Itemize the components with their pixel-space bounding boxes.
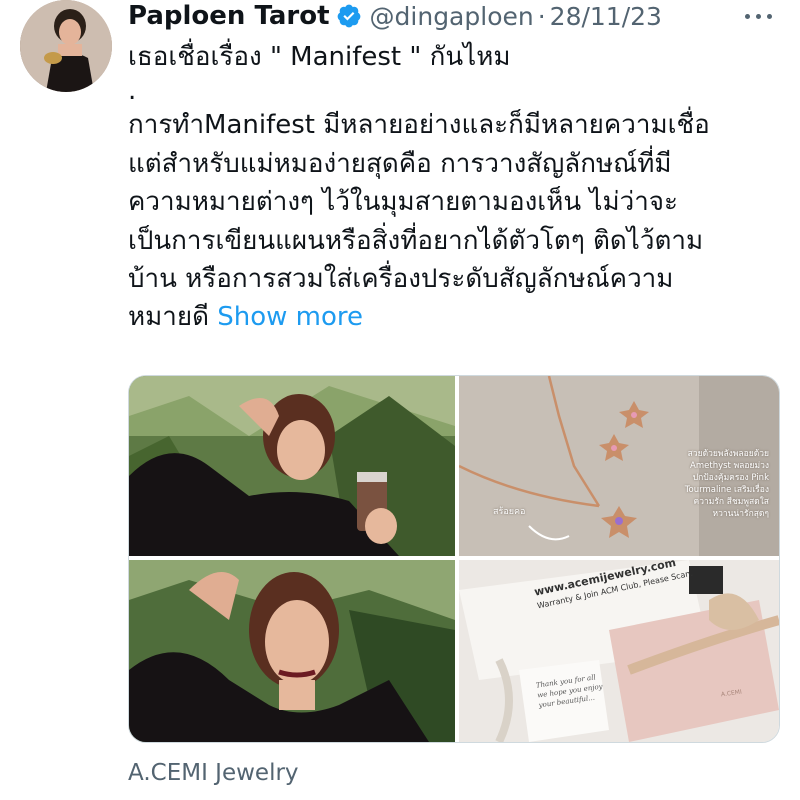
tweet-line: เป็นการเขียนแผนหรือสิ่งที่อยากได้ตัวโตๆ …	[128, 225, 704, 256]
overlay-line: สวยด้วยพลังพลอยด้วย	[687, 449, 769, 459]
overlay-line: หวานน่ารักสุดๆ	[712, 509, 769, 519]
tweet-line: ความหมายต่างๆ ไว้ในมุมสายตามองเห็น ไม่ว่…	[128, 187, 678, 218]
photo-woman-with-drink[interactable]	[129, 376, 455, 556]
verified-badge-icon	[337, 4, 360, 28]
more-dot-icon	[766, 13, 772, 19]
tweet-line: .	[128, 76, 137, 107]
tweet-last-text: หมายดี	[128, 302, 209, 333]
tweet-line-last: หมายดี Show more	[128, 298, 778, 336]
avatar-photo	[20, 0, 112, 92]
more-dot-icon	[755, 13, 761, 19]
photo-woman-portrait[interactable]	[129, 560, 455, 742]
overlay-line: Tourmaline เสริมเรื่อง	[684, 485, 769, 495]
overlay-small-label: สร้อยคอ	[493, 507, 526, 517]
header-separator: ·	[537, 1, 546, 31]
tweet-line: บ้าน หรือการสวมใส่เครื่องประดับสัญลักษณ์…	[128, 264, 674, 295]
tweet-line: เธอเชื่อเรื่อง " Manifest " กันไหม	[128, 42, 511, 72]
media-grid: สวยด้วยพลังพลอยด้วย Amethyst พลอยม่วง ปก…	[128, 375, 780, 743]
jewelry-overlay-text: สวยด้วยพลังพลอยด้วย Amethyst พลอยม่วง ปก…	[685, 448, 769, 520]
author-display-name[interactable]: Paploen Tarot	[128, 1, 330, 31]
show-more-link[interactable]: Show more	[217, 302, 363, 332]
tweet-header: Paploen Tarot @dingaploen · 28/11/23	[128, 0, 662, 32]
overlay-line: ปกป้องคุ้มครอง Pink	[692, 473, 769, 483]
photo-necklace-and-earrings[interactable]: สวยด้วยพลังพลอยด้วย Amethyst พลอยม่วง ปก…	[459, 376, 779, 556]
author-handle[interactable]: @dingaploen	[370, 2, 534, 31]
profile-avatar[interactable]	[20, 0, 112, 92]
photo-jewelry-gift-box[interactable]: www.acemijewelry.com Warranty & Join ACM…	[459, 560, 779, 742]
media-caption[interactable]: A.CEMI Jewelry	[128, 760, 299, 786]
overlay-line: ความรัก สีชมพูสดใส	[693, 497, 769, 507]
tweet-text: เธอเชื่อเรื่อง " Manifest " กันไหม . การ…	[128, 38, 778, 337]
tweet-date[interactable]: 28/11/23	[550, 2, 662, 31]
tweet-line: การทำManifest มีหลายอย่างและก็มีหลายความ…	[128, 110, 710, 141]
more-dot-icon	[744, 13, 750, 19]
more-options-button[interactable]	[738, 0, 778, 32]
overlay-line: Amethyst พลอยม่วง	[690, 461, 769, 471]
tweet-line: แต่สำหรับแม่หมอง่ายสุดคือ การวางสัญลักษณ…	[128, 148, 672, 179]
